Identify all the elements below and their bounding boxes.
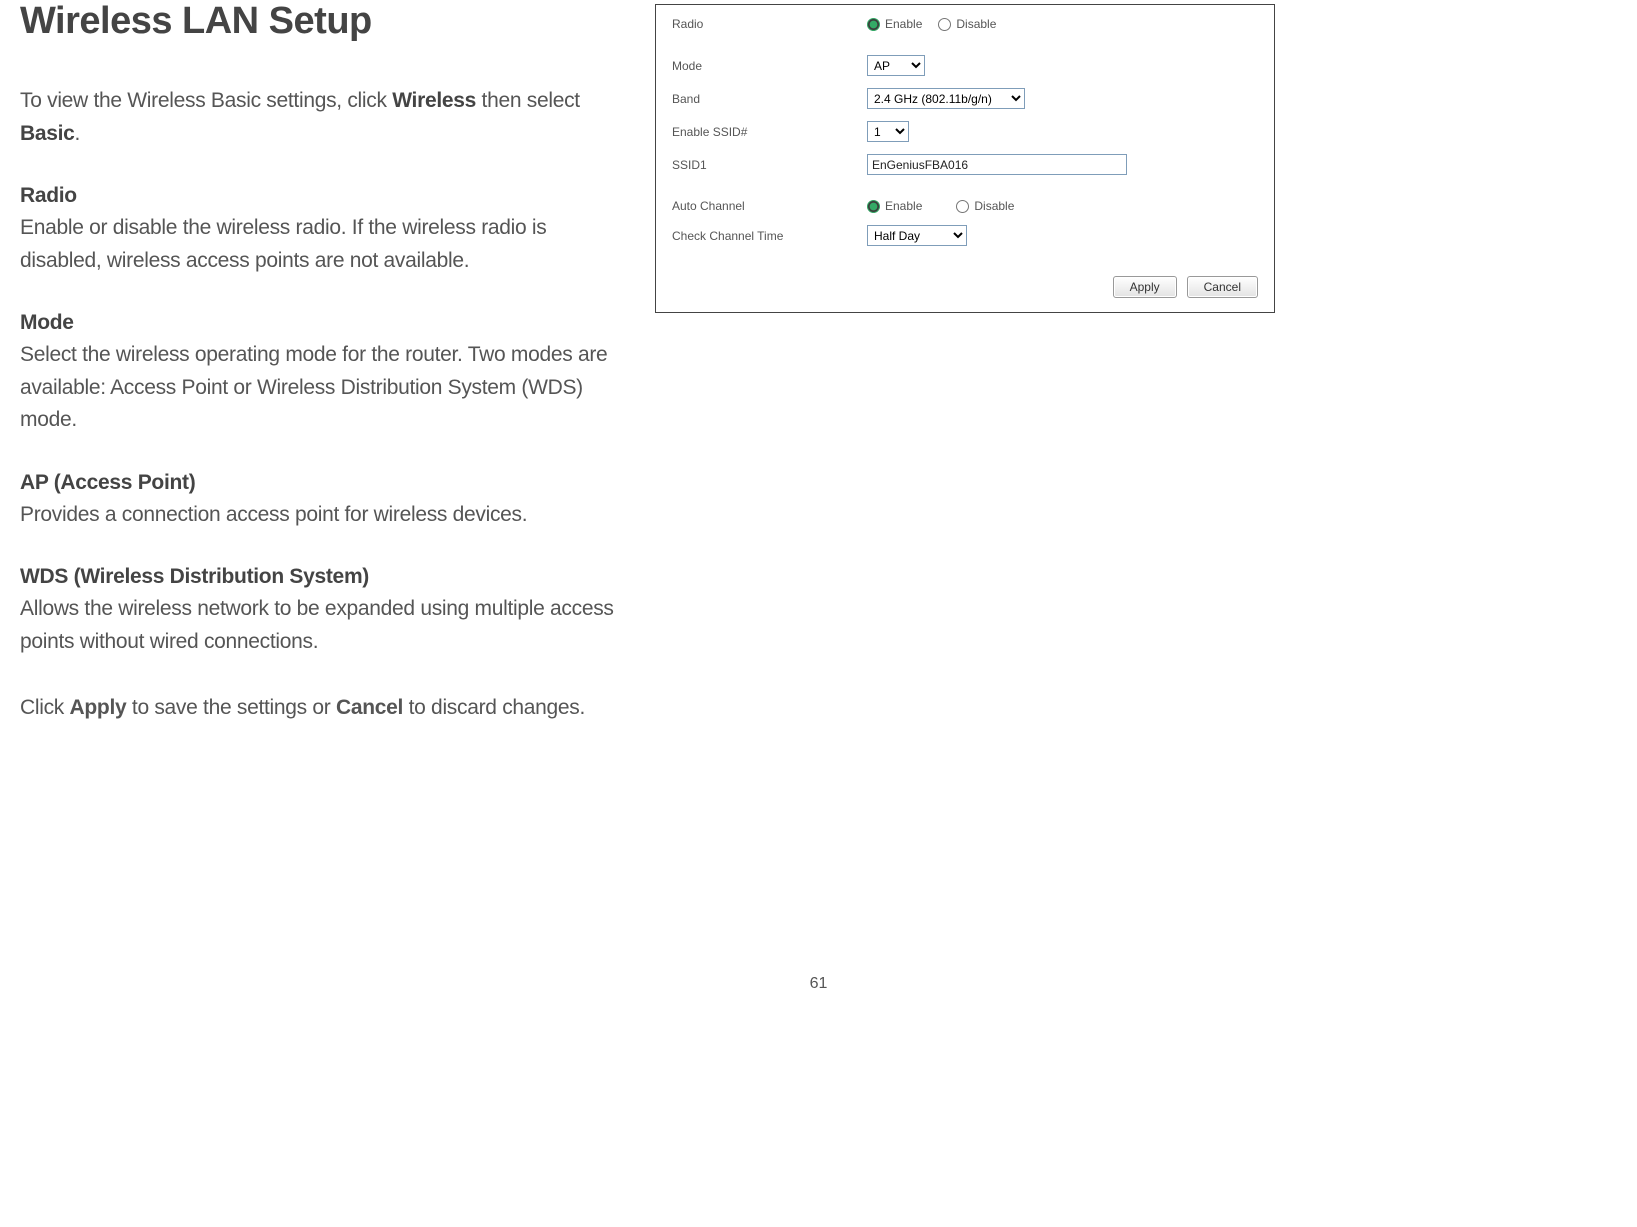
page-number: 61 (20, 975, 1617, 993)
closing-pre: Click (20, 696, 70, 719)
closing-mid: to save the settings or (126, 696, 336, 719)
label-radio: Radio (672, 17, 867, 31)
settings-screenshot: Radio Enable Disable Mode (655, 4, 1275, 313)
intro-post: . (75, 122, 81, 145)
intro-bold-wireless: Wireless (392, 89, 476, 112)
row-enable-ssid: Enable SSID# 1 (672, 115, 1262, 148)
row-auto-channel: Auto Channel Enable Disable (672, 193, 1262, 219)
label-enable-ssid: Enable SSID# (672, 125, 867, 139)
section-head-wds: WDS (Wireless Distribution System) (20, 565, 625, 589)
section-head-radio: Radio (20, 184, 625, 208)
intro-pre: To view the Wireless Basic settings, cli… (20, 89, 392, 112)
radio-enable-input[interactable] (867, 18, 880, 31)
radio-enable-text: Enable (885, 17, 922, 31)
intro-mid: then select (476, 89, 580, 112)
radio-disable-text: Disable (956, 17, 996, 31)
label-band: Band (672, 92, 867, 106)
band-select[interactable]: 2.4 GHz (802.11b/g/n) (867, 88, 1025, 109)
mode-select[interactable]: AP (867, 55, 925, 76)
auto-channel-enable-option[interactable]: Enable (867, 199, 922, 213)
page-title: Wireless LAN Setup (20, 0, 625, 43)
section-desc-radio: Enable or disable the wireless radio. If… (20, 212, 625, 277)
auto-channel-disable-option[interactable]: Disable (956, 199, 1014, 213)
apply-button[interactable]: Apply (1113, 276, 1177, 298)
check-channel-time-select[interactable]: Half Day (867, 225, 967, 246)
row-ssid1: SSID1 (672, 148, 1262, 181)
radio-enable-option[interactable]: Enable (867, 17, 922, 31)
button-bar: Apply Cancel (656, 262, 1274, 312)
label-mode: Mode (672, 59, 867, 73)
auto-channel-disable-input[interactable] (956, 200, 969, 213)
closing-bold-apply: Apply (70, 696, 127, 719)
row-band: Band 2.4 GHz (802.11b/g/n) (672, 82, 1262, 115)
section-desc-mode: Select the wireless operating mode for t… (20, 339, 625, 437)
radio-disable-input[interactable] (938, 18, 951, 31)
auto-channel-disable-text: Disable (974, 199, 1014, 213)
auto-channel-enable-text: Enable (885, 199, 922, 213)
row-mode: Mode AP (672, 49, 1262, 82)
radio-disable-option[interactable]: Disable (938, 17, 996, 31)
enable-ssid-select[interactable]: 1 (867, 121, 909, 142)
intro-paragraph: To view the Wireless Basic settings, cli… (20, 85, 625, 150)
row-check-channel-time: Check Channel Time Half Day (672, 219, 1262, 252)
section-head-ap: AP (Access Point) (20, 471, 625, 495)
auto-channel-enable-input[interactable] (867, 200, 880, 213)
doc-left-column: Wireless LAN Setup To view the Wireless … (20, 0, 625, 725)
section-desc-ap: Provides a connection access point for w… (20, 499, 625, 532)
closing-paragraph: Click Apply to save the settings or Canc… (20, 692, 625, 725)
label-auto-channel: Auto Channel (672, 199, 867, 213)
cancel-button[interactable]: Cancel (1187, 276, 1258, 298)
ssid1-input[interactable] (867, 154, 1127, 175)
label-check-channel-time: Check Channel Time (672, 229, 867, 243)
label-ssid1: SSID1 (672, 158, 867, 172)
row-radio: Radio Enable Disable (672, 11, 1262, 37)
section-head-mode: Mode (20, 311, 625, 335)
intro-bold-basic: Basic (20, 122, 75, 145)
closing-post: to discard changes. (403, 696, 585, 719)
closing-bold-cancel: Cancel (336, 696, 403, 719)
section-desc-wds: Allows the wireless network to be expand… (20, 593, 625, 658)
